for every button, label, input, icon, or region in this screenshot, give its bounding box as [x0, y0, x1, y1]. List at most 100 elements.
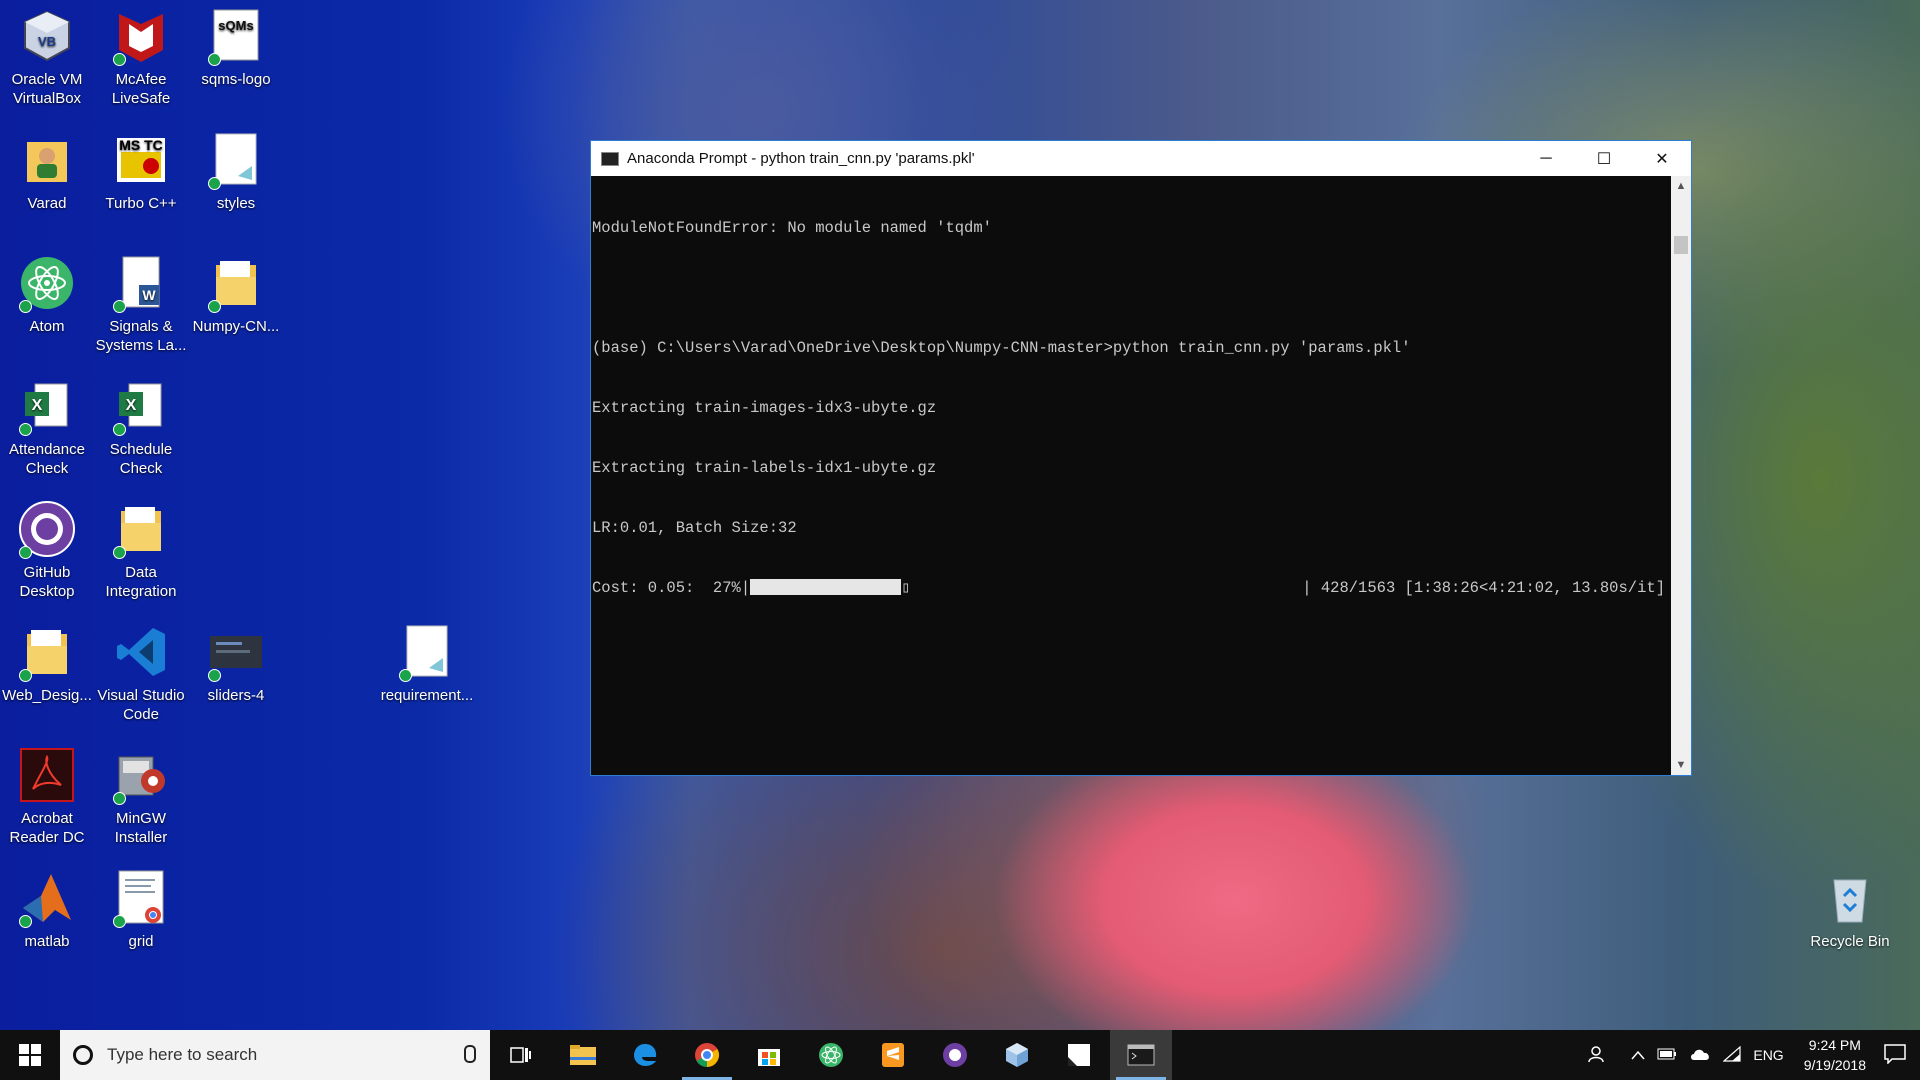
wifi-icon[interactable] [1722, 1045, 1741, 1065]
taskbar-search-box[interactable]: Type here to search [60, 1030, 490, 1080]
desktop-icon-acrobat-reader[interactable]: Acrobat Reader DC [0, 745, 95, 847]
icon-label: Integration [105, 583, 177, 600]
progress-tail: ▯ [901, 579, 911, 597]
desktop-icon-signals-systems[interactable]: W Signals & Systems La... [93, 253, 189, 355]
window-titlebar[interactable]: Anaconda Prompt - python train_cnn.py 'p… [591, 141, 1691, 176]
vertical-scrollbar[interactable]: ▲ ▼ [1671, 176, 1691, 775]
file-icon [206, 130, 266, 190]
edge-icon [634, 1044, 657, 1066]
anaconda-prompt-window[interactable]: Anaconda Prompt - python train_cnn.py 'p… [590, 140, 1692, 776]
sync-check-icon [113, 546, 126, 559]
taskbar-store[interactable] [738, 1030, 800, 1080]
svg-text:W: W [142, 287, 156, 303]
vscode-icon [111, 622, 171, 682]
icon-label: Data [125, 564, 157, 581]
taskbar-sublime[interactable] [862, 1030, 924, 1080]
folder-icon [17, 622, 77, 682]
notifications-icon[interactable] [1884, 1043, 1906, 1067]
chrome-html-file-icon [111, 868, 171, 928]
console-icon [601, 151, 619, 166]
taskbar-sticky-notes[interactable] [1048, 1030, 1110, 1080]
people-icon[interactable] [1587, 1045, 1605, 1066]
icon-label: Acrobat [21, 810, 73, 827]
cortana-icon [73, 1045, 93, 1065]
taskbar-github-desktop[interactable] [924, 1030, 986, 1080]
maximize-button[interactable]: ☐ [1575, 141, 1633, 176]
svg-text:X: X [32, 397, 43, 414]
language-indicator[interactable]: ENG [1753, 1047, 1783, 1063]
close-button[interactable]: ✕ [1633, 141, 1691, 176]
icon-label: LiveSafe [111, 90, 171, 107]
scroll-down-arrow-icon[interactable]: ▼ [1671, 755, 1691, 775]
sync-check-icon [19, 915, 32, 928]
desktop-icon-recycle-bin[interactable]: Recycle Bin [1802, 868, 1898, 951]
desktop-icon-github-desktop[interactable]: GitHub Desktop [0, 499, 95, 601]
sync-check-icon [208, 53, 221, 66]
desktop-icon-turbo-cpp[interactable]: MS TC Turbo C++ [93, 130, 189, 213]
sync-check-icon [208, 300, 221, 313]
icon-label: Turbo C++ [105, 195, 177, 212]
icon-label: Numpy-CN... [192, 318, 280, 335]
console-line: Extracting train-images-idx3-ubyte.gz [592, 399, 937, 417]
atom-icon [17, 253, 77, 313]
start-button[interactable] [0, 1030, 60, 1080]
taskbar-atom[interactable] [800, 1030, 862, 1080]
chevron-up-icon[interactable] [1631, 1047, 1645, 1063]
console-output[interactable]: ModuleNotFoundError: No module named 'tq… [591, 176, 1671, 775]
desktop-icon-virtualbox[interactable]: VB Oracle VM VirtualBox [0, 6, 95, 108]
taskbar-anaconda-prompt[interactable] [1110, 1030, 1172, 1080]
user-folder-icon [17, 130, 77, 190]
console-line: LR:0.01, Batch Size:32 [592, 519, 797, 537]
file-icon [397, 622, 457, 682]
desktop-icon-matlab[interactable]: matlab [0, 868, 95, 951]
clock[interactable]: 9:24 PM 9/19/2018 [1804, 1035, 1866, 1075]
folder-icon [111, 499, 171, 559]
desktop-icon-numpy-cnn[interactable]: Numpy-CN... [188, 253, 284, 336]
icon-label: GitHub [23, 564, 71, 581]
taskbar-chrome[interactable] [676, 1030, 738, 1080]
scrollbar-thumb[interactable] [1674, 236, 1688, 254]
desktop-icon-atom[interactable]: Atom [0, 253, 95, 336]
progress-line: Cost: 0.05: 27%| ▯ | 428/1563 [1:38:26<4:2… [592, 578, 1671, 598]
chrome-icon [695, 1043, 720, 1067]
desktop-icon-data-integration[interactable]: Data Integration [93, 499, 189, 601]
icon-label: VirtualBox [12, 90, 82, 107]
desktop-icon-grid[interactable]: grid [93, 868, 189, 951]
desktop-icon-schedule-check[interactable]: X Schedule Check [93, 376, 189, 478]
onedrive-icon[interactable] [1689, 1047, 1711, 1064]
recycle-bin-icon [1820, 868, 1880, 928]
desktop-icon-varad[interactable]: Varad [0, 130, 95, 213]
battery-icon[interactable] [1657, 1047, 1677, 1063]
taskbar-edge[interactable] [614, 1030, 676, 1080]
svg-text:VB: VB [38, 34, 56, 49]
task-view-button[interactable] [490, 1030, 552, 1080]
scroll-up-arrow-icon[interactable]: ▲ [1671, 176, 1691, 196]
taskbar-file-explorer[interactable] [552, 1030, 614, 1080]
console-line: Extracting train-labels-idx1-ubyte.gz [592, 459, 937, 477]
desktop-icon-web-design[interactable]: Web_Desig... [0, 622, 95, 705]
console-line: (base) C:\Users\Varad\OneDrive\Desktop\N… [592, 339, 1411, 357]
microphone-icon[interactable] [464, 1045, 476, 1063]
minimize-button[interactable]: ─ [1517, 141, 1575, 176]
excel-icon: X [111, 376, 171, 436]
clock-date: 9/19/2018 [1803, 1057, 1866, 1073]
sync-check-icon [113, 300, 126, 313]
desktop-icon-sqms-logo[interactable]: sQMs sqms-logo [188, 6, 284, 89]
desktop-icon-vscode[interactable]: Visual Studio Code [93, 622, 189, 724]
desktop-icon-styles[interactable]: styles [188, 130, 284, 213]
desktop-icon-attendance-check[interactable]: X Attendance Check [0, 376, 95, 478]
file-explorer-icon [570, 1045, 596, 1065]
image-thumbnail-icon [206, 622, 266, 682]
desktop-icon-sliders-4[interactable]: sliders-4 [188, 622, 284, 705]
svg-text:MS TC: MS TC [119, 137, 163, 153]
folder-icon [206, 253, 266, 313]
icon-label: sqms-logo [201, 71, 271, 88]
excel-icon: X [17, 376, 77, 436]
icon-label: Oracle VM [11, 71, 83, 88]
window-title: Anaconda Prompt - python train_cnn.py 'p… [627, 150, 975, 167]
desktop-icon-mcafee[interactable]: McAfee LiveSafe [93, 6, 189, 108]
desktop-icon-mingw-installer[interactable]: MinGW Installer [93, 745, 189, 847]
taskbar-3d-app[interactable] [986, 1030, 1048, 1080]
sqms-logo-icon: sQMs [206, 6, 266, 66]
desktop-icon-requirements[interactable]: requirement... [379, 622, 475, 705]
